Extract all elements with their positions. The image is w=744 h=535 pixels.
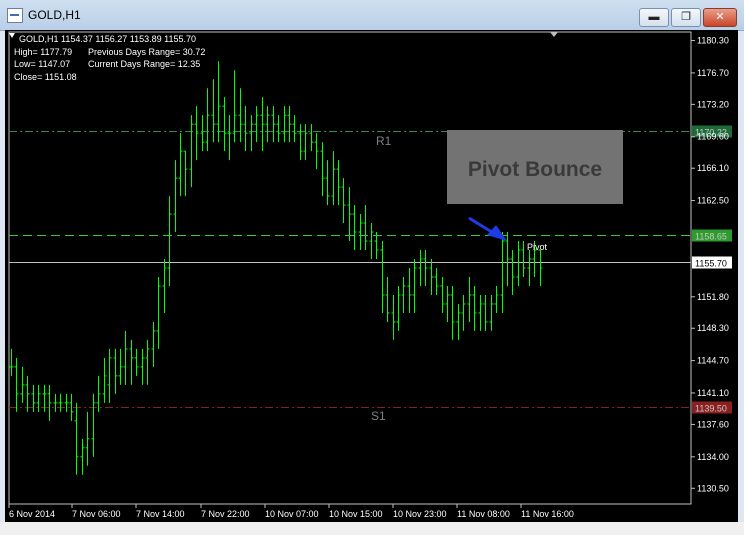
window-title: GOLD,H1 (28, 8, 81, 22)
previous-range-text: Previous Days Range= 30.72 (88, 47, 205, 57)
y-tick-label: 1144.70 (697, 356, 729, 366)
y-tick-label: 1141.10 (697, 388, 729, 398)
y-tick-label: 1180.30 (697, 36, 729, 46)
y-tick-label: 1166.10 (697, 163, 729, 173)
s1-label: S1 (371, 409, 386, 423)
maximize-button[interactable]: ❐ (671, 8, 701, 27)
current-range-text: Current Days Range= 12.35 (88, 59, 200, 69)
status-strip (0, 522, 744, 535)
chart-window[interactable]: 1170.22 1158.65 1155.70 1139.50 1180.30 1176.… (5, 30, 738, 522)
price-chart[interactable]: 1170.221158.651155.701139.501180.301176.… (5, 30, 738, 522)
x-tick-label: 11 Nov 08:00 (457, 509, 510, 519)
close-text: Close= 1151.08 (14, 72, 77, 82)
close-button[interactable]: ✕ (703, 8, 737, 27)
y-tick-label: 1148.30 (697, 323, 729, 333)
high-text: High= 1177.79 (14, 47, 72, 57)
y-tick-label: 1130.50 (697, 483, 729, 493)
minimize-button[interactable]: ▬ (639, 8, 669, 27)
price-price-tag-text: 1155.70 (695, 259, 727, 269)
pivot-bounce-text: Pivot Bounce (468, 158, 602, 181)
y-tick-label: 1151.80 (697, 292, 729, 302)
x-tick-label: 7 Nov 22:00 (201, 509, 250, 519)
low-text: Low= 1147.07 (14, 59, 70, 69)
pivot-price-tag-text: 1158.65 (695, 232, 727, 242)
y-tick-label: 1169.60 (697, 132, 729, 142)
x-tick-label: 11 Nov 16:00 (521, 509, 574, 519)
x-tick-label: 10 Nov 07:00 (265, 509, 319, 519)
y-tick-label: 1173.20 (697, 99, 729, 109)
x-tick-label: 6 Nov 2014 (9, 509, 55, 519)
x-tick-label: 7 Nov 14:00 (136, 509, 185, 519)
pivot-label: Pivot (527, 242, 548, 252)
r1-label: R1 (376, 134, 392, 148)
symbol-ohlc-text: GOLD,H1 1154.37 1156.27 1153.89 1155.70 (19, 34, 196, 44)
s1-price-tag-text: 1139.50 (695, 404, 727, 414)
y-tick-label: 1137.60 (697, 419, 729, 429)
x-tick-label: 7 Nov 06:00 (72, 509, 121, 519)
window-titlebar: GOLD,H1 ▬ ❐ ✕ (0, 0, 744, 31)
chart-window-icon (7, 8, 23, 23)
y-tick-label: 1176.70 (697, 68, 729, 78)
y-tick-label: 1162.50 (697, 196, 729, 206)
y-tick-label: 1134.00 (697, 452, 729, 462)
x-tick-label: 10 Nov 15:00 (329, 509, 383, 519)
x-tick-label: 10 Nov 23:00 (393, 509, 447, 519)
